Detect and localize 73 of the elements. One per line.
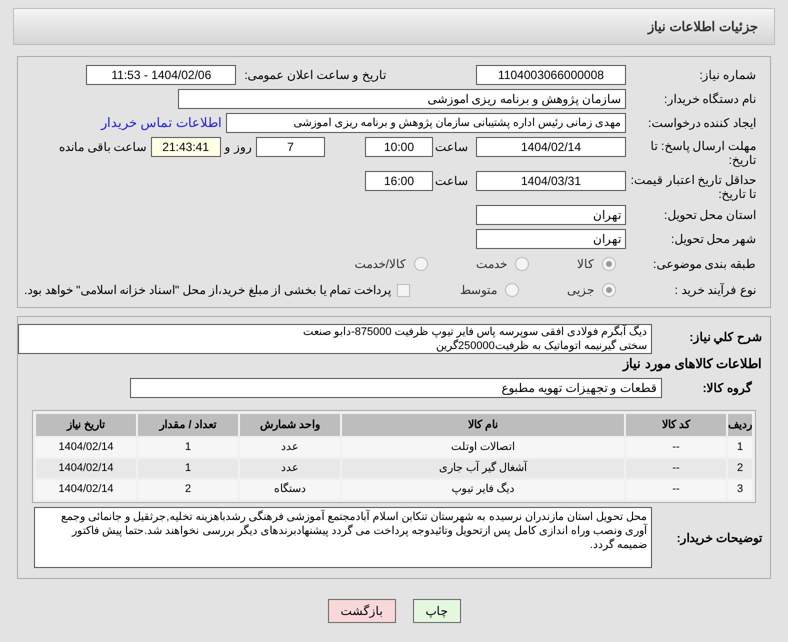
column-header: کد کالا bbox=[626, 414, 726, 436]
column-header: ردیف bbox=[728, 414, 752, 436]
field-label: نوع فرآیند خرید : bbox=[674, 283, 756, 297]
field-label: ساعت bbox=[434, 173, 469, 190]
field-label: پرداخت تمام یا بخشی از مبلغ خرید،از محل "اسناد خزانه اسلامی" خواهد بود. bbox=[24, 282, 391, 299]
column-header: واحد شمارش bbox=[240, 414, 340, 436]
text-field[interactable]: قطعات و تجهیزات تهویه مطبوع bbox=[130, 378, 662, 398]
field-label: خدمت bbox=[476, 256, 507, 273]
table-cell: -- bbox=[626, 459, 726, 478]
field-label: شرح کلي نياز: bbox=[689, 330, 762, 344]
table-cell: عدد bbox=[240, 438, 340, 457]
column-header: تعداد / مقدار bbox=[138, 414, 238, 436]
table-cell: 1404/02/14 bbox=[36, 438, 136, 457]
text-field[interactable]: 1404/02/14 bbox=[476, 137, 626, 157]
table-cell: -- bbox=[626, 438, 726, 457]
table-cell: اتصالات اوتلت bbox=[342, 438, 624, 457]
table-cell: 2 bbox=[728, 459, 752, 478]
radio-button[interactable] bbox=[602, 257, 616, 271]
checkbox[interactable] bbox=[397, 284, 410, 296]
table-cell: 1404/02/14 bbox=[36, 459, 136, 478]
text-field[interactable]: 7 bbox=[256, 137, 325, 157]
table-cell: دیگ فایر تیوپ bbox=[342, 480, 624, 499]
field-label: متوسط bbox=[460, 282, 497, 299]
back-button[interactable]: بازگشت bbox=[328, 599, 396, 623]
table-cell: 1 bbox=[728, 438, 752, 457]
field-label: ایجاد کننده درخواست: bbox=[648, 116, 756, 130]
text-field[interactable]: مهدی زمانی رئیس اداره پشتیبانی سازمان پژوهش و برنامه ریزی اموزشی bbox=[226, 113, 626, 133]
radio-button[interactable] bbox=[414, 257, 428, 271]
field-label: کالا bbox=[577, 256, 594, 273]
column-header: نام کالا bbox=[342, 414, 624, 436]
countdown-field[interactable]: 21:43:41 bbox=[150, 137, 221, 157]
table-cell: -- bbox=[626, 480, 726, 499]
radio-button[interactable] bbox=[515, 257, 529, 271]
page-title: جزئیات اطلاعات نیاز bbox=[648, 18, 758, 36]
field-label: کالا/خدمت bbox=[354, 256, 406, 273]
field-label: شماره نیاز: bbox=[699, 68, 756, 82]
contact-link[interactable]: اطلاعات تماس خریدار bbox=[100, 113, 222, 133]
field-label: ساعت bbox=[434, 139, 469, 156]
field-label: شهر محل تحویل: bbox=[670, 232, 756, 246]
text-field[interactable]: 1404/03/31 bbox=[476, 171, 626, 191]
table-cell: 3 bbox=[728, 480, 752, 499]
section-heading: اطلاعات کالاهای مورد نیاز bbox=[623, 356, 762, 371]
field-label: حداقل تاریخ اعتبار قیمت: تا تاریخ: bbox=[630, 173, 756, 201]
radio-button[interactable] bbox=[505, 283, 519, 297]
text-field[interactable]: تهران bbox=[476, 205, 626, 225]
text-field[interactable]: سازمان پژوهش و برنامه ریزی اموزشی bbox=[178, 89, 626, 109]
text-field[interactable]: 1104003066000008 bbox=[476, 65, 626, 85]
field-label: مهلت ارسال پاسخ: تا تاریخ: bbox=[650, 139, 756, 167]
field-label: نام دستگاه خریدار: bbox=[664, 92, 756, 106]
field-label: روز و bbox=[223, 139, 253, 156]
table-cell: عدد bbox=[240, 459, 340, 478]
text-field[interactable]: 1404/02/06 - 11:53 bbox=[86, 65, 236, 85]
field-label: جزیی bbox=[567, 282, 594, 299]
field-label: استان محل تحویل: bbox=[664, 208, 756, 222]
text-field[interactable]: تهران bbox=[476, 229, 626, 249]
field-label: ساعت باقی مانده bbox=[58, 139, 148, 156]
field-label: تاریخ و ساعت اعلان عمومی: bbox=[244, 67, 386, 84]
summary-textarea[interactable]: دیگ آبگرم فولادی افقی سوپرسه پاس فایر تیوپ ظرفیت 875000-دابو صنعت سختی گیرنیمه اتوماتیک به ظرفیت250000گرین bbox=[18, 324, 652, 354]
radio-button[interactable] bbox=[602, 283, 616, 297]
table-cell: 1404/02/14 bbox=[36, 480, 136, 499]
notes-textarea[interactable]: محل تحویل استان مازندران نرسیده به شهرستان تنکابن اسلام آبادمجتمع آموزشی فرهنگی رشدباهزینه تخلیه,جرثقیل و جانمائی وجمع آوری ونصب وراه اندازی کامل پس ازتحویل وتائیدوجه پرداخت می گردد پیشنهادبرندهای دیگر بررسی نخواهند شد.حتما پیش فاکتور ضمیمه گردد. bbox=[34, 507, 652, 568]
print-button[interactable]: چاپ bbox=[412, 599, 460, 623]
table-cell: 1 bbox=[138, 438, 238, 457]
field-label: گروه کالا: bbox=[702, 381, 752, 395]
text-field[interactable]: 16:00 bbox=[365, 171, 433, 191]
table-cell: 2 bbox=[138, 480, 238, 499]
field-label: توضیحات خریدار: bbox=[676, 530, 762, 544]
table-cell: آشغال گیر آب جاری bbox=[342, 459, 624, 478]
table-cell: 1 bbox=[138, 459, 238, 478]
table-cell: دستگاه bbox=[240, 480, 340, 499]
field-label: طبقه بندی موضوعی: bbox=[652, 257, 756, 271]
column-header: تاریخ نیاز bbox=[36, 414, 136, 436]
text-field[interactable]: 10:00 bbox=[365, 137, 433, 157]
